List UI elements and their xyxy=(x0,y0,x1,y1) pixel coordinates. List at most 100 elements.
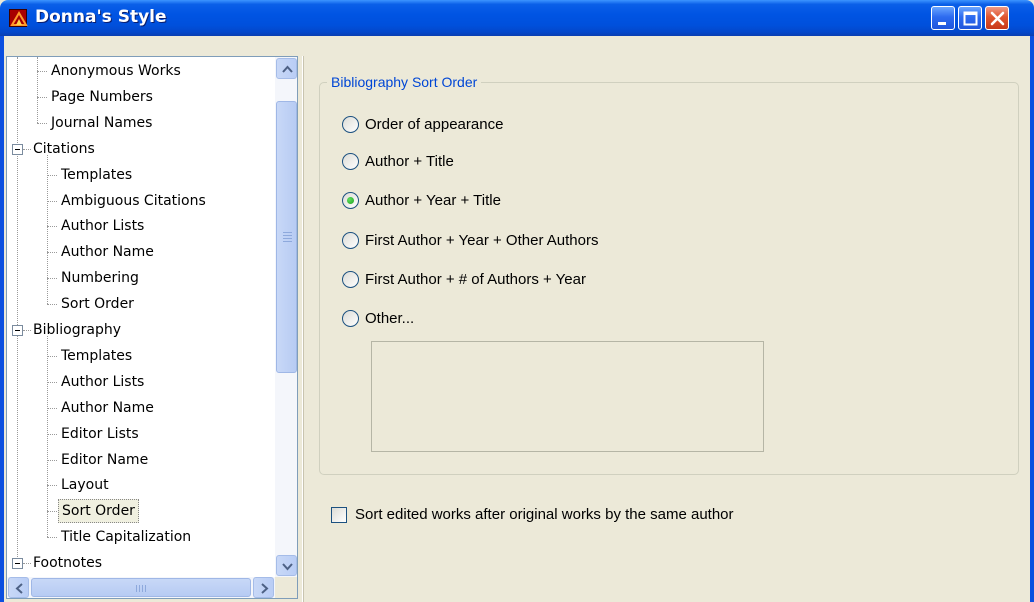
tree-item-label: Bibliography xyxy=(33,322,121,338)
window-title: Donna's Style xyxy=(35,7,167,27)
scroll-right-button[interactable] xyxy=(253,577,274,598)
tree-item-label: Author Lists xyxy=(61,218,145,235)
tree-item-numbering[interactable]: Numbering xyxy=(58,265,142,291)
tree-item-page-numbers[interactable]: Page Numbers xyxy=(48,84,156,110)
tree-item-label: Author Lists xyxy=(61,373,145,390)
tree-connector-line xyxy=(47,200,57,202)
tree-item-label: Title Capitalization xyxy=(61,529,192,546)
sort-edited-works-label[interactable]: Sort edited works after original works b… xyxy=(355,505,734,525)
tree-item-label: Citations xyxy=(33,140,95,157)
tree-connector-line xyxy=(47,537,57,539)
radio-label: Author + Year + Title xyxy=(365,192,501,209)
tree-item-templates[interactable]: Templates xyxy=(58,343,135,369)
tree-item-label: Page Numbers xyxy=(51,88,153,105)
vertical-scrollbar[interactable] xyxy=(275,57,297,577)
tree-connector-line xyxy=(47,278,57,280)
tree-item-label: Templates xyxy=(61,347,133,364)
collapse-icon[interactable] xyxy=(12,558,23,570)
tree-branch-line xyxy=(47,335,48,538)
title-bar[interactable]: Donna's Style xyxy=(0,0,1034,36)
app-icon xyxy=(9,9,28,27)
radio-button[interactable] xyxy=(342,116,359,133)
tree-item-label: Footnotes xyxy=(33,555,103,572)
horizontal-scroll-thumb[interactable] xyxy=(31,578,251,597)
tree-item-label: Ambiguous Citations xyxy=(61,192,206,209)
tree-item-sort-order[interactable]: Sort Order xyxy=(58,498,139,524)
scroll-down-button[interactable] xyxy=(276,555,297,576)
tree-item-ambiguous-citations[interactable]: Ambiguous Citations xyxy=(58,188,209,214)
tree-item-sort-order[interactable]: Sort Order xyxy=(58,291,137,317)
tree-connector-line xyxy=(47,226,57,228)
tree-item-label: Templates xyxy=(61,166,133,183)
tree-item-title-capitalization[interactable]: Title Capitalization xyxy=(58,524,194,550)
window-frame-left xyxy=(0,36,4,602)
radio-button[interactable] xyxy=(342,192,359,209)
minimize-button[interactable] xyxy=(931,6,955,30)
radio-label: Other... xyxy=(365,310,415,327)
navigation-tree: Anonymous Works Page Numbers Journal Names… xyxy=(7,57,275,577)
tree-connector-line xyxy=(47,381,57,383)
close-button[interactable] xyxy=(985,6,1009,30)
tree-item-footnotes[interactable]: Footnotes xyxy=(30,550,105,576)
tree-connector-line xyxy=(37,122,47,124)
vertical-scroll-thumb[interactable] xyxy=(276,101,297,373)
scroll-up-button[interactable] xyxy=(276,58,297,79)
scroll-left-button[interactable] xyxy=(8,577,29,598)
tree-branch-line xyxy=(37,57,38,123)
tree-item-citations[interactable]: Citations xyxy=(30,136,98,162)
radio-button[interactable] xyxy=(342,232,359,249)
tree-item-layout[interactable]: Layout xyxy=(58,472,112,498)
horizontal-scrollbar[interactable] xyxy=(7,577,275,598)
radio-label: First Author + # of Authors + Year xyxy=(365,271,586,288)
tree-connector-line xyxy=(47,511,57,513)
radio-label: Order of appearance xyxy=(365,116,504,133)
scrollbar-corner xyxy=(275,577,297,598)
tree-item-journal-names[interactable]: Journal Names xyxy=(48,110,155,136)
tree-item-label: Editor Name xyxy=(61,451,149,468)
tree-item-label: Author Name xyxy=(61,399,154,416)
radio-label: Author + Title xyxy=(365,153,454,170)
tree-item-templates[interactable]: Templates xyxy=(58,162,135,188)
sort-edited-works-checkbox[interactable] xyxy=(331,507,347,523)
tree-connector-line xyxy=(47,485,57,487)
tree-connector-line xyxy=(47,304,57,306)
tree-connector-line xyxy=(47,355,57,357)
tree-item-label: Journal Names xyxy=(51,114,153,131)
tree-item-label: Editor Lists xyxy=(61,425,139,442)
tree-connector-line xyxy=(37,71,47,72)
radio-checked-dot xyxy=(347,197,354,204)
tree-item-editor-lists[interactable]: Editor Lists xyxy=(58,421,142,447)
collapse-icon[interactable] xyxy=(12,143,23,155)
tree-item-label: Anonymous Works xyxy=(51,63,181,79)
tree-item-bibliography[interactable]: Bibliography xyxy=(30,317,124,343)
window-frame-right xyxy=(1030,36,1034,602)
navigation-tree-panel: Anonymous Works Page Numbers Journal Names… xyxy=(6,56,298,599)
tree-connector-line xyxy=(47,174,57,176)
radio-button[interactable] xyxy=(342,271,359,288)
tree-item-author-lists[interactable]: Author Lists xyxy=(58,213,147,239)
radio-button[interactable] xyxy=(342,310,359,327)
tree-connector-line xyxy=(47,433,57,435)
other-format-textarea[interactable] xyxy=(371,341,764,452)
radio-label: First Author + Year + Other Authors xyxy=(365,232,599,249)
tree-item-label: Sort Order xyxy=(61,296,134,313)
tree-item-editor-name[interactable]: Editor Name xyxy=(58,447,151,473)
tree-branch-line xyxy=(47,154,48,305)
tree-connector-line xyxy=(47,252,57,254)
tree-item-label: Author Name xyxy=(61,244,154,261)
tree-spine-line xyxy=(17,57,18,564)
tree-item-label: Sort Order xyxy=(58,499,139,524)
group-title: Bibliography Sort Order xyxy=(327,73,482,91)
tree-item-label: Layout xyxy=(61,477,109,494)
maximize-button[interactable] xyxy=(958,6,982,30)
tree-item-anonymous-works[interactable]: Anonymous Works xyxy=(48,58,184,84)
tree-connector-line xyxy=(47,459,57,461)
collapse-icon[interactable] xyxy=(12,325,23,336)
tree-connector-line xyxy=(47,407,57,409)
tree-item-label: Numbering xyxy=(61,270,139,287)
panel-splitter[interactable] xyxy=(302,56,304,602)
tree-item-author-name[interactable]: Author Name xyxy=(58,395,157,421)
tree-item-author-lists[interactable]: Author Lists xyxy=(58,369,147,395)
tree-item-author-name[interactable]: Author Name xyxy=(58,239,157,265)
radio-button[interactable] xyxy=(342,153,359,170)
